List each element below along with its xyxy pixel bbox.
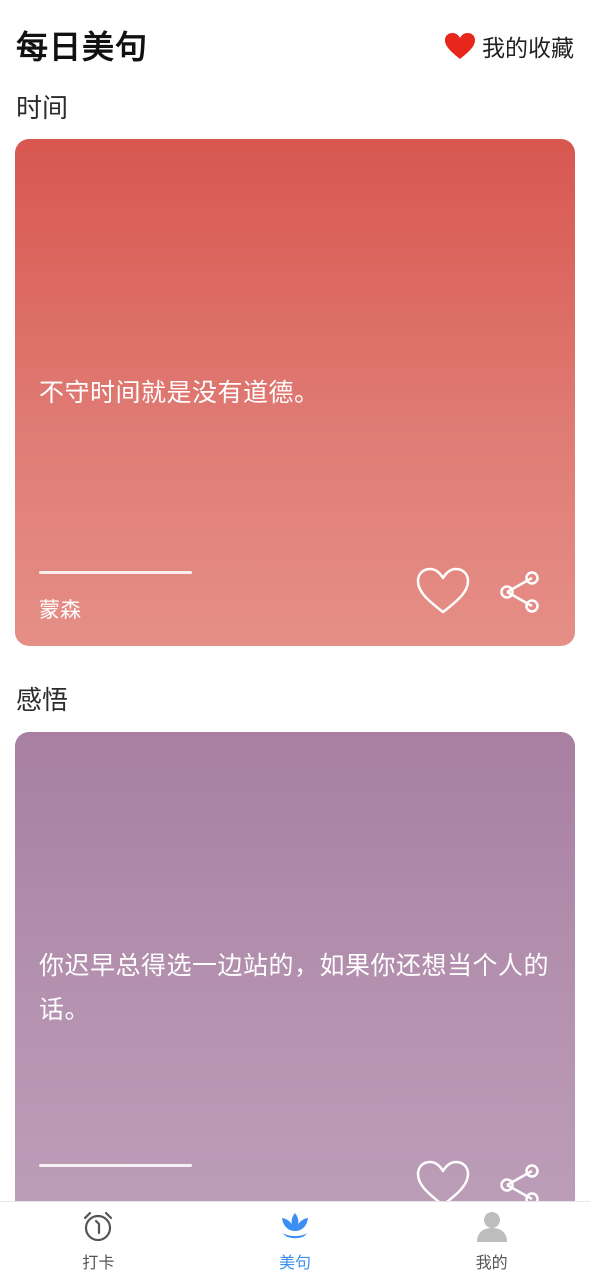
heart-outline-icon — [416, 567, 470, 615]
share-button[interactable] — [499, 570, 541, 614]
app-screen: 每日美句 我的收藏 时间 不守时间就是没有道德。 蒙森 感悟 你迟早总得选一边站… — [0, 0, 590, 1280]
header: 每日美句 我的收藏 — [0, 0, 590, 84]
heart-icon — [444, 32, 476, 60]
tab-label: 打卡 — [82, 1253, 115, 1272]
quote-card[interactable]: 不守时间就是没有道德。 蒙森 — [15, 139, 575, 646]
author-divider — [39, 571, 192, 574]
author-divider — [39, 1164, 192, 1167]
like-button[interactable] — [416, 567, 470, 615]
quote-card[interactable]: 你迟早总得选一边站的，如果你还想当个人的话。 — [15, 732, 575, 1239]
bottom-tab-bar: 打卡 美句 我的 — [0, 1201, 590, 1280]
section-title: 时间 — [16, 94, 69, 124]
tab-checkin[interactable]: 打卡 — [0, 1202, 197, 1280]
user-icon — [475, 1209, 509, 1243]
section-insight: 感悟 你迟早总得选一边站的，如果你还想当个人的话。 — [0, 680, 590, 1239]
page-title: 每日美句 — [16, 28, 149, 66]
my-favorites-label: 我的收藏 — [482, 36, 574, 62]
tab-quotes[interactable]: 美句 — [197, 1202, 394, 1280]
lotus-icon — [278, 1209, 312, 1243]
quote-author: 蒙森 — [39, 598, 81, 622]
tab-mine[interactable]: 我的 — [393, 1202, 590, 1280]
section-title: 感悟 — [16, 686, 69, 716]
quote-text: 不守时间就是没有道德。 — [39, 378, 320, 407]
alarm-clock-icon — [81, 1209, 115, 1243]
quote-text: 你迟早总得选一边站的，如果你还想当个人的话。 — [39, 951, 550, 1024]
tab-label: 美句 — [279, 1253, 312, 1272]
tab-label: 我的 — [475, 1253, 508, 1272]
section-time: 时间 不守时间就是没有道德。 蒙森 — [0, 88, 590, 648]
share-icon — [499, 570, 541, 614]
my-favorites-button[interactable]: 我的收藏 — [444, 28, 574, 64]
